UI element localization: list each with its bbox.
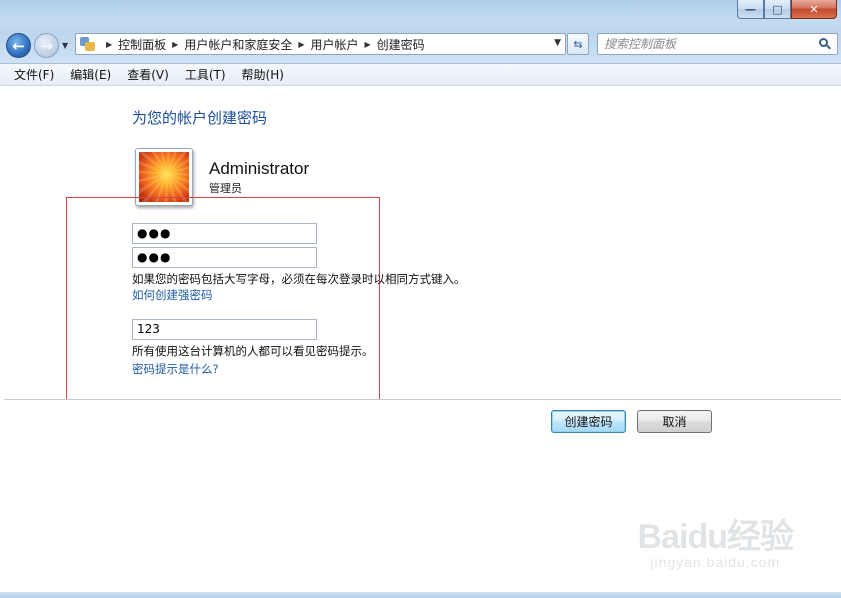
chevron-down-icon: ▼ bbox=[62, 41, 69, 50]
content-area: 为您的帐户创建密码 Administrator 管理员 ●●● ●●● 如果您的… bbox=[0, 87, 841, 592]
address-bar[interactable]: ▶ 控制面板 ▶ 用户帐户和家庭安全 ▶ 用户帐户 ▶ 创建密码 ▼ bbox=[75, 33, 566, 55]
case-sensitivity-note: 如果您的密码包括大写字母，必须在每次登录时以相同方式键入。 bbox=[132, 272, 466, 286]
breadcrumb-arrow-icon[interactable]: ▶ bbox=[365, 40, 371, 49]
baidu-watermark: Baidu经验 jingyan.baidu.com bbox=[637, 509, 794, 570]
back-button[interactable]: ← bbox=[6, 33, 31, 58]
breadcrumb-arrow-icon[interactable]: ▶ bbox=[298, 40, 304, 49]
menu-edit[interactable]: 编辑(E) bbox=[62, 66, 119, 83]
user-name: Administrator bbox=[209, 159, 310, 178]
maximize-button[interactable]: □ bbox=[764, 0, 791, 19]
breadcrumb-arrow-icon[interactable]: ▶ bbox=[172, 40, 178, 49]
control-panel-icon bbox=[80, 37, 96, 51]
password-hint-field[interactable]: 123 bbox=[132, 319, 317, 340]
page-title: 为您的帐户创建密码 bbox=[132, 109, 268, 127]
address-dropdown-icon[interactable]: ▼ bbox=[554, 38, 561, 48]
arrow-left-icon: ← bbox=[12, 36, 25, 55]
menu-view[interactable]: 查看(V) bbox=[119, 66, 177, 83]
arrow-right-icon: → bbox=[40, 36, 53, 55]
new-password-field[interactable]: ●●● bbox=[132, 223, 317, 244]
caption-buttons: — □ ✕ bbox=[737, 0, 837, 19]
breadcrumb-control-panel[interactable]: 控制面板 bbox=[118, 36, 166, 53]
minimize-button[interactable]: — bbox=[737, 0, 764, 19]
baidu-logo: Baidu经验 bbox=[637, 518, 794, 556]
search-box[interactable] bbox=[597, 33, 838, 55]
password-hint-link[interactable]: 密码提示是什么? bbox=[132, 361, 219, 377]
window-bottom-border bbox=[0, 592, 841, 598]
forward-button[interactable]: → bbox=[34, 33, 59, 58]
refresh-icon: ⇆ bbox=[573, 37, 583, 51]
refresh-button[interactable]: ⇆ bbox=[567, 33, 589, 55]
confirm-password-field[interactable]: ●●● bbox=[132, 247, 317, 268]
flower-picture-icon bbox=[139, 152, 189, 202]
breadcrumb-user-accounts-family[interactable]: 用户帐户和家庭安全 bbox=[184, 36, 292, 53]
menu-tools[interactable]: 工具(T) bbox=[177, 66, 234, 83]
breadcrumb-create-password[interactable]: 创建密码 bbox=[377, 36, 425, 53]
baidu-url: jingyan.baidu.com bbox=[650, 554, 781, 570]
breadcrumb-user-accounts[interactable]: 用户帐户 bbox=[311, 36, 359, 53]
breadcrumb-arrow-icon[interactable]: ▶ bbox=[106, 40, 112, 49]
close-button[interactable]: ✕ bbox=[791, 0, 837, 19]
window-chrome: — □ ✕ ← → ▼ ▶ 控制面板 ▶ 用户帐户和家庭安全 ▶ 用户帐户 ▶ … bbox=[0, 0, 841, 64]
strong-password-link[interactable]: 如何创建强密码 bbox=[132, 287, 213, 303]
user-role: 管理员 bbox=[209, 182, 242, 195]
menu-file[interactable]: 文件(F) bbox=[6, 66, 62, 83]
divider bbox=[4, 399, 841, 400]
menu-help[interactable]: 帮助(H) bbox=[234, 66, 292, 83]
cancel-button[interactable]: 取消 bbox=[637, 410, 712, 433]
menu-bar: 文件(F) 编辑(E) 查看(V) 工具(T) 帮助(H) bbox=[0, 64, 841, 86]
hint-visibility-note: 所有使用这台计算机的人都可以看见密码提示。 bbox=[132, 344, 374, 358]
create-password-button[interactable]: 创建密码 bbox=[551, 410, 626, 433]
search-icon[interactable] bbox=[819, 38, 831, 50]
recent-pages-dropdown[interactable]: ▼ bbox=[62, 41, 68, 50]
search-input[interactable] bbox=[604, 37, 819, 51]
